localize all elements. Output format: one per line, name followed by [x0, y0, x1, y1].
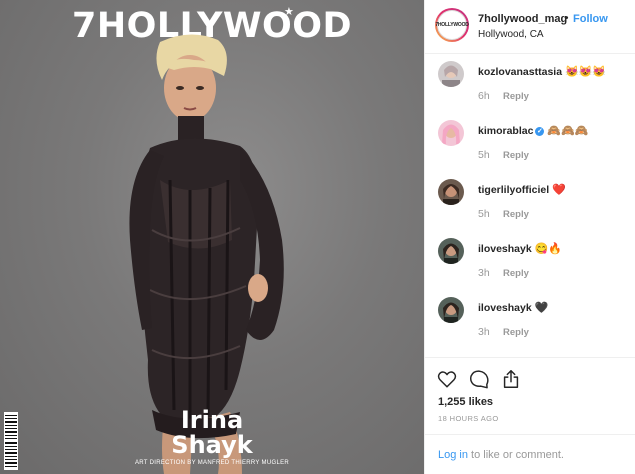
comment-username[interactable]: iloveshayk	[478, 302, 532, 314]
barcode	[4, 412, 18, 470]
comment-text: 🙈🙈🙈	[547, 125, 589, 137]
comment-time[interactable]: 3h	[478, 326, 490, 338]
cover-credit: ART DIRECTION BY MANFRED THIERRY MUGLER	[134, 460, 290, 466]
share-icon[interactable]	[500, 368, 522, 390]
comment-time[interactable]: 5h	[478, 149, 490, 161]
avatar-logo: 7HOLLYWOOD	[435, 10, 469, 40]
comment-list: kozlovanasttasia 😻😻😻 6h Reply kimorablac…	[425, 55, 635, 350]
reply-button[interactable]: Reply	[503, 150, 529, 161]
avatar[interactable]	[438, 238, 464, 264]
separator-dot: •	[565, 13, 569, 24]
comment-text: 😻😻😻	[564, 66, 607, 78]
login-prompt-text: to like or comment.	[467, 449, 564, 461]
post-panel: 7HOLLYWOOD 7hollywood_mag • Follow Holly…	[424, 0, 635, 474]
verified-badge-icon: ✓	[535, 127, 545, 136]
avatar[interactable]	[438, 61, 464, 87]
comment-time[interactable]: 5h	[478, 208, 490, 220]
post-timestamp[interactable]: 18 HOURS AGO	[438, 414, 499, 423]
reply-button[interactable]: Reply	[503, 268, 529, 279]
profile-avatar[interactable]: 7HOLLYWOOD	[435, 8, 469, 42]
comment-time[interactable]: 3h	[478, 267, 490, 279]
comment-item: iloveshayk 🖤 3h Reply	[425, 291, 635, 350]
comment-username[interactable]: kimorablac	[478, 125, 533, 137]
post-image[interactable]: 7HOLLYWOOD ★ Irina Shayk ART DIRECTION B…	[0, 0, 424, 474]
post-username[interactable]: 7hollywood_mag	[478, 13, 567, 25]
comment-item: tigerlilyofficiel ❤️ 5h Reply	[425, 173, 635, 232]
reply-button[interactable]: Reply	[503, 327, 529, 338]
comment-item: iloveshayk 😋🔥 3h Reply	[425, 232, 635, 291]
login-link[interactable]: Log in	[438, 449, 468, 461]
reply-button[interactable]: Reply	[503, 91, 529, 102]
reply-button[interactable]: Reply	[503, 209, 529, 220]
avatar[interactable]	[438, 297, 464, 323]
heart-icon[interactable]	[436, 368, 458, 390]
comment-text: 🖤	[534, 302, 549, 314]
comment-username[interactable]: tigerlilyofficiel	[478, 184, 549, 196]
comment-icon[interactable]	[468, 368, 490, 390]
comment-text: 😋🔥	[534, 243, 563, 255]
comment-time[interactable]: 6h	[478, 90, 490, 102]
avatar[interactable]	[438, 120, 464, 146]
post-location[interactable]: Hollywood, CA	[478, 29, 544, 40]
follow-button[interactable]: Follow	[573, 13, 608, 25]
likes-count[interactable]: 1,255 likes	[438, 396, 493, 408]
comment-username[interactable]: kozlovanasttasia	[478, 66, 562, 78]
post-actions: 1,255 likes 18 HOURS AGO	[425, 357, 635, 445]
cover-last-name: Shayk	[171, 431, 253, 459]
star-icon: ★	[284, 6, 294, 18]
comment-text: ❤️	[552, 184, 566, 196]
comment-item: kimorablac ✓ 🙈🙈🙈 5h Reply	[425, 114, 635, 173]
avatar[interactable]	[438, 179, 464, 205]
cover-first-name: Irina	[180, 406, 244, 434]
comment-username[interactable]: iloveshayk	[478, 243, 532, 255]
login-prompt: Log in to like or comment.	[438, 449, 564, 461]
login-bar: Log in to like or comment.	[425, 434, 635, 474]
post-header: 7HOLLYWOOD 7hollywood_mag • Follow Holly…	[425, 0, 635, 54]
comment-item: kozlovanasttasia 😻😻😻 6h Reply	[425, 55, 635, 114]
